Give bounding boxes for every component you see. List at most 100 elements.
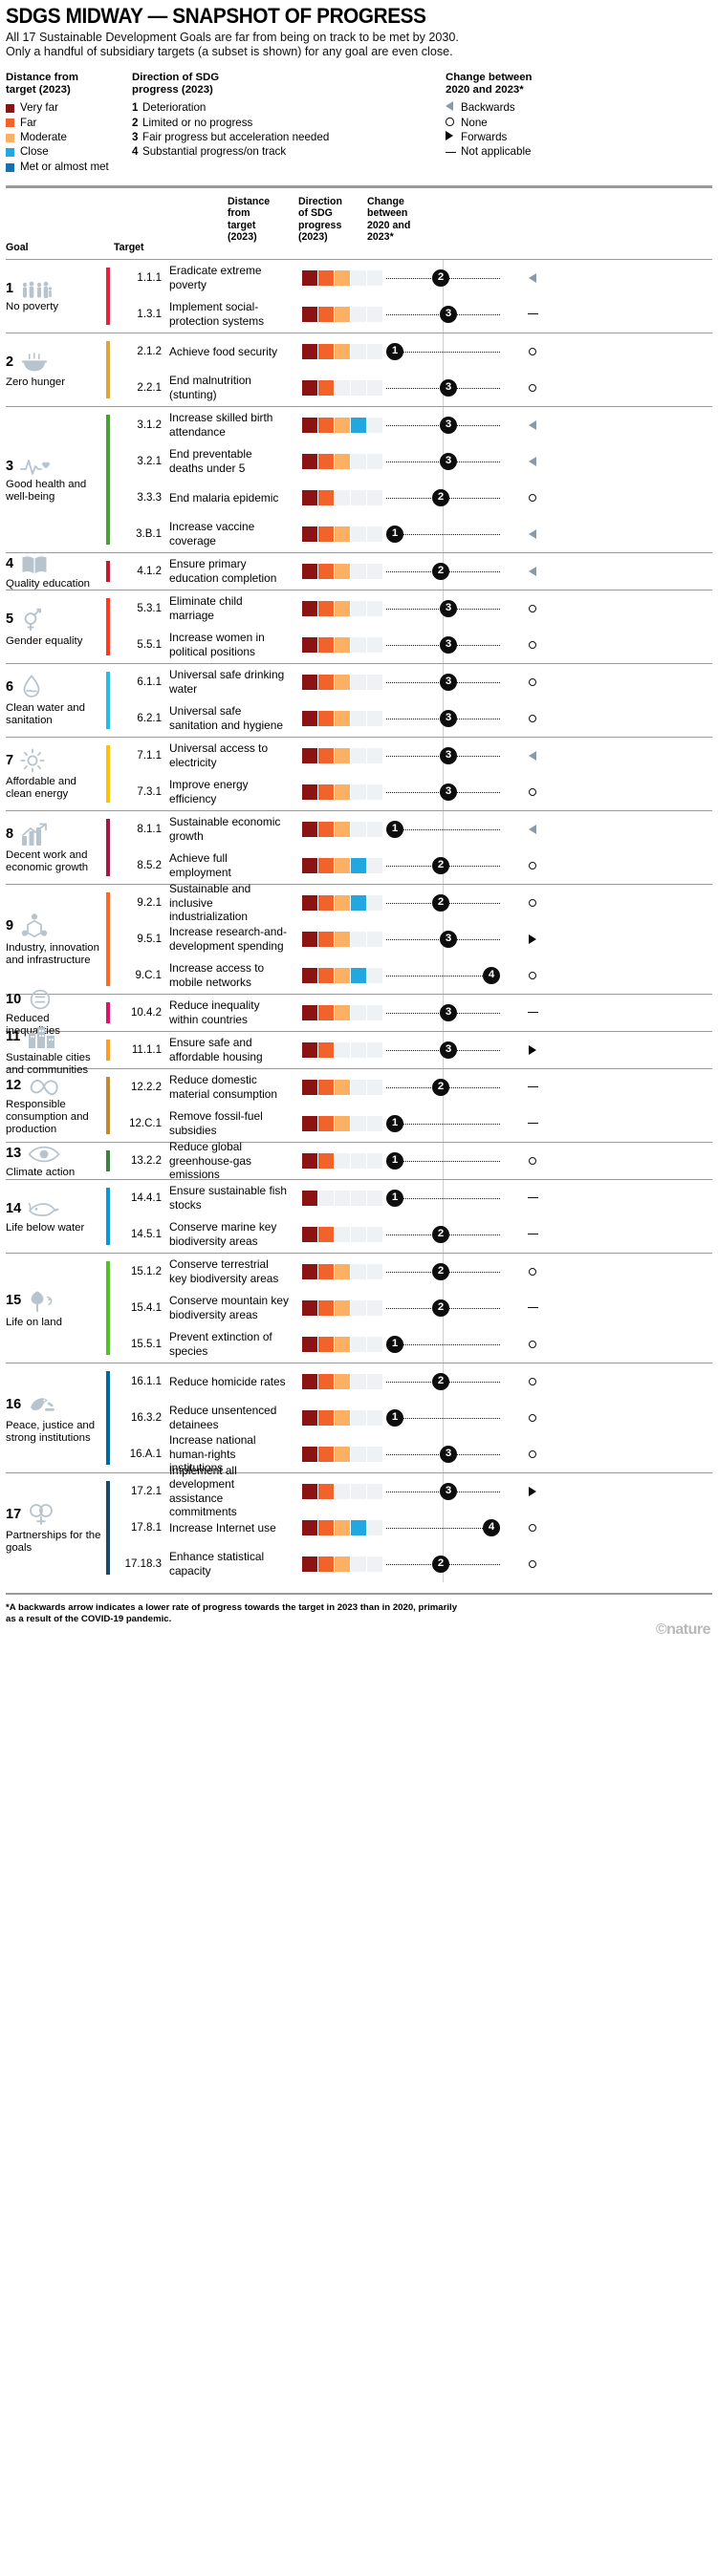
target-name: Reduce domestic material consumption — [169, 1073, 278, 1101]
table-row[interactable]: 12.C.1 Remove fossil-fuel subsidies 1 — [114, 1106, 712, 1142]
dash-icon — [527, 1123, 538, 1125]
table-row[interactable]: 17.2.1 Implement all development assistan… — [114, 1464, 712, 1518]
distance-cell — [318, 636, 335, 653]
distance-swatches — [302, 489, 383, 505]
table-row[interactable]: 12.2.2 Reduce domestic material consumpti… — [114, 1069, 712, 1106]
table-row[interactable]: 16.1.1 Reduce homicide rates 2 — [114, 1363, 712, 1400]
distance-cell — [302, 453, 317, 469]
target-code: 10.4.2 — [131, 1006, 162, 1019]
table-row[interactable]: 1.3.1 Implement social-protection systems… — [114, 296, 712, 333]
distance-swatches — [302, 1446, 383, 1462]
goal-target-rows: 13.2.2 Reduce global greenhouse-gas emiss… — [114, 1140, 712, 1181]
table-row[interactable]: 2.1.2 Achieve food security 1 — [114, 333, 712, 370]
distance-cell — [367, 857, 383, 873]
distance-cell — [302, 1226, 317, 1242]
direction-indicator: 1 — [386, 1335, 500, 1353]
direction-badge: 2 — [432, 562, 449, 580]
table-row[interactable]: 3.3.3 End malaria epidemic 2 — [114, 480, 712, 516]
legend-change: Change between 2020 and 2023* Backwards N… — [446, 72, 533, 175]
table-row[interactable]: 3.2.1 End preventable deaths under 5 3 — [114, 443, 712, 480]
goal-cell: 12 Responsible consumption and production — [6, 1069, 105, 1142]
table-row[interactable]: 10.4.2 Reduce inequality within countries… — [114, 995, 712, 1031]
distance-cell — [351, 710, 367, 726]
legend-distance-item: Moderate — [6, 131, 132, 144]
direction-indicator: 2 — [386, 1555, 500, 1573]
target-name: Sustainable and inclusive industrializat… — [169, 882, 251, 923]
goal-block: 9 Industry, innovation and infrastructure… — [6, 882, 712, 995]
direction-badge: 1 — [386, 1114, 403, 1132]
goal-block: 3 Good health and well-being 3.1.2 Increase… — [6, 406, 712, 553]
column-header-distance: Distance from target (2023) — [228, 195, 271, 243]
distance-swatches — [302, 563, 383, 579]
table-row[interactable]: 3.B.1 Increase vaccine coverage 1 — [114, 516, 712, 552]
target-code: 9.5.1 — [137, 933, 162, 945]
distance-cell — [302, 1041, 317, 1058]
goal-number: 2 — [6, 354, 14, 371]
table-row[interactable]: 2.2.1 End malnutrition (stunting) 3 — [114, 370, 712, 406]
target-code: 3.3.3 — [137, 491, 162, 504]
table-row[interactable]: 15.1.2 Conserve terrestrial key biodivers… — [114, 1254, 712, 1290]
backwards-arrow-icon — [529, 456, 536, 466]
table-row[interactable]: 8.1.1 Sustainable economic growth 1 — [114, 811, 712, 848]
table-row[interactable]: 1.1.1 Eradicate extreme poverty 2 — [114, 260, 712, 296]
legend-direction-heading-line1: Direction of SDG — [132, 71, 220, 83]
target-code: 3.B.1 — [136, 527, 162, 540]
distance-cell — [318, 894, 335, 911]
table-row[interactable]: 16.3.2 Reduce unsentenced detainees 1 — [114, 1400, 712, 1436]
change-indicator — [513, 379, 552, 397]
direction-badge: 3 — [440, 1003, 457, 1021]
table-row[interactable]: 5.3.1 Eliminate child marriage 3 — [114, 590, 712, 627]
goal-cell: 13 Climate action — [6, 1143, 105, 1179]
distance-cell — [318, 857, 335, 873]
distance-cell — [302, 894, 317, 911]
target-name: Enhance statistical capacity — [169, 1550, 265, 1578]
distance-cell — [302, 1190, 317, 1206]
direction-indicator: 1 — [386, 1189, 500, 1207]
change-indicator — [513, 489, 552, 506]
table-row[interactable]: 13.2.2 Reduce global greenhouse-gas emiss… — [114, 1140, 712, 1181]
legend-change-heading-line1: Change between — [446, 71, 533, 83]
table-row[interactable]: 6.1.1 Universal safe drinking water 3 — [114, 664, 712, 700]
direction-indicator: 3 — [386, 599, 500, 617]
change-indicator — [513, 894, 552, 912]
table-row[interactable]: 15.4.1 Conserve mountain key biodiversity… — [114, 1290, 712, 1326]
table-row[interactable]: 9.5.1 Increase research-and-development s… — [114, 921, 712, 957]
goal-label: No poverty — [6, 300, 59, 312]
goal-block: 7 Affordable and clean energy 7.1.1 Univers… — [6, 737, 712, 811]
bowl-icon — [20, 352, 49, 374]
table-row[interactable]: 6.2.1 Universal safe sanitation and hygie… — [114, 700, 712, 737]
table-row[interactable]: 9.2.1 Sustainable and inclusive industria… — [114, 882, 712, 923]
table-row[interactable]: 17.18.3 Enhance statistical capacity 2 — [114, 1546, 712, 1582]
table-row[interactable]: 8.5.2 Achieve full employment 2 — [114, 848, 712, 884]
change-indicator — [513, 674, 552, 691]
target-code: 15.1.2 — [131, 1265, 162, 1277]
table-row[interactable]: 17.8.1 Increase Internet use 4 — [114, 1510, 712, 1546]
table-row[interactable]: 7.3.1 Improve energy efficiency 3 — [114, 774, 712, 810]
goal-block: 16 Peace, justice and strong institutions… — [6, 1363, 712, 1474]
goal-label: Zero hunger — [6, 376, 66, 388]
distance-cell — [351, 636, 367, 653]
table-row[interactable]: 5.5.1 Increase women in political positio… — [114, 627, 712, 663]
table-row[interactable]: 7.1.1 Universal access to electricity 3 — [114, 738, 712, 774]
table-row[interactable]: 11.1.1 Ensure safe and affordable housing… — [114, 1032, 712, 1068]
distance-cell — [302, 1115, 317, 1131]
table-row[interactable]: 9.C.1 Increase access to mobile networks 4 — [114, 957, 712, 994]
distance-cell — [302, 1556, 317, 1572]
table-row[interactable]: 14.4.1 Ensure sustainable fish stocks 1 — [114, 1180, 712, 1216]
direction-badge: 2 — [432, 1299, 449, 1317]
legend-direction-item-label: Limited or no progress — [142, 116, 253, 129]
legend-distance-item-label: Met or almost met — [20, 160, 109, 173]
distance-swatches — [302, 343, 383, 359]
table-row[interactable]: 14.5.1 Conserve marine key biodiversity a… — [114, 1216, 712, 1253]
table-row[interactable]: 15.5.1 Prevent extinction of species 1 — [114, 1326, 712, 1363]
direction-badge: 3 — [440, 305, 457, 323]
legend-direction-item: 1 Deterioration — [132, 101, 446, 115]
distance-cell — [367, 1041, 383, 1058]
table-row[interactable]: 4.1.2 Ensure primary education completion… — [114, 553, 712, 590]
legend-direction-item-number: 1 — [132, 101, 139, 115]
distance-swatches — [302, 710, 383, 726]
target-code: 8.5.2 — [137, 859, 162, 871]
goal-label: Life below water — [6, 1221, 85, 1234]
direction-badge: 2 — [432, 268, 449, 287]
table-row[interactable]: 3.1.2 Increase skilled birth attendance 3 — [114, 407, 712, 443]
